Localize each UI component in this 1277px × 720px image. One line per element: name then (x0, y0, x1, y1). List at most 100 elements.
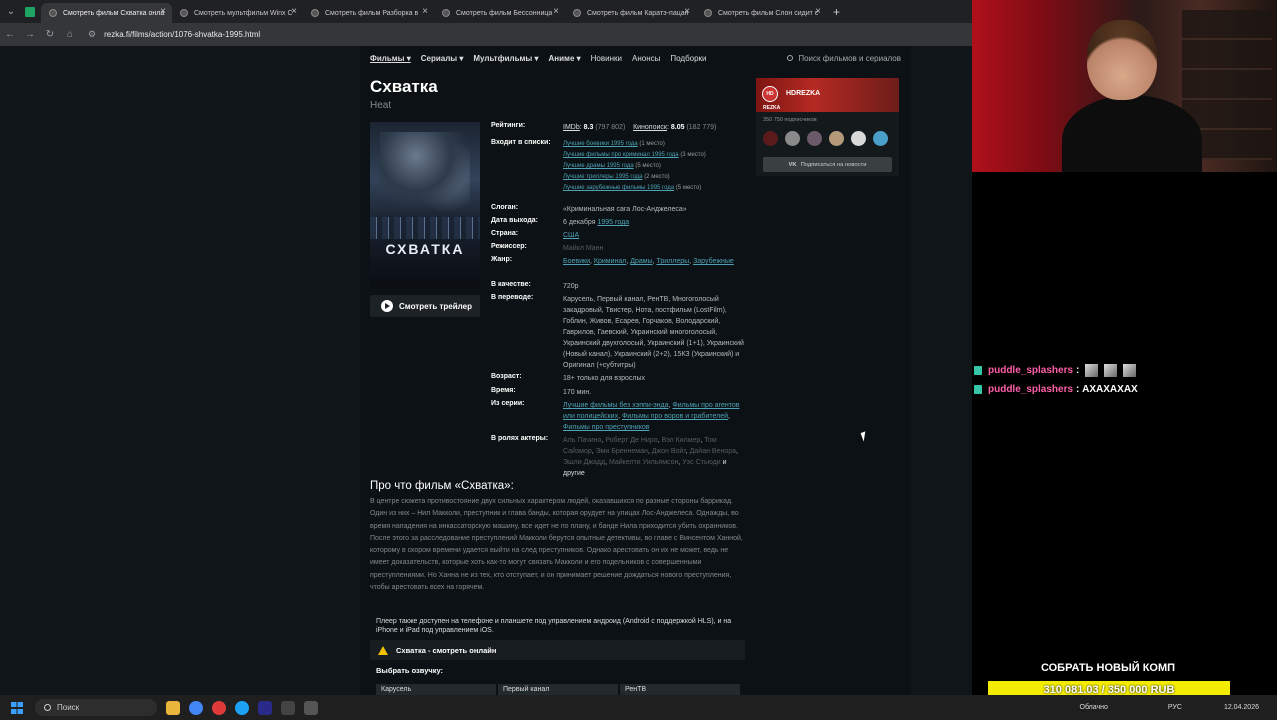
browser-tab[interactable]: Смотреть фильм Слон сидит с × (696, 3, 827, 23)
lists-label: Входит в списки: (491, 139, 551, 146)
nav-announcements[interactable]: Анонсы (632, 54, 660, 63)
actor-link[interactable]: Эми Бреннеман (596, 448, 648, 455)
actor-link[interactable]: Вэл Килмер (662, 437, 701, 444)
time-value: 170 мин. (563, 389, 592, 396)
browser-tab[interactable]: Смотреть мультфильм Winx C × (172, 3, 303, 23)
list-link[interactable]: Лучшие драмы 1995 года (563, 163, 634, 169)
collection-link[interactable]: Фильмы про преступников (563, 424, 649, 431)
list-place: (5 место) (675, 185, 702, 191)
premiere-icon[interactable] (258, 700, 272, 715)
imdb-votes: (797 802) (595, 124, 626, 131)
release-label: Дата выхода: (491, 217, 538, 224)
emote-icon (1123, 364, 1137, 377)
avatar[interactable] (763, 131, 778, 146)
close-icon[interactable]: × (815, 6, 821, 17)
subscribe-button[interactable]: VK Подписаться на новости (763, 157, 892, 172)
director-link[interactable]: Майкл Манн (563, 245, 603, 252)
close-icon[interactable]: × (291, 6, 297, 17)
dub-option[interactable]: Карусель (376, 684, 496, 695)
close-icon[interactable]: × (422, 6, 428, 17)
avatar[interactable] (785, 131, 800, 146)
browser-tab[interactable]: Смотреть фильм Бессонница × (434, 3, 565, 23)
release-year-link[interactable]: 1995 года (598, 219, 630, 226)
back-arrow-icon[interactable]: ← (0, 29, 20, 40)
close-icon[interactable]: × (553, 6, 559, 17)
weather-widget[interactable]: Облачно (1080, 704, 1108, 712)
reload-icon[interactable]: ↻ (40, 29, 60, 40)
home-icon[interactable]: ⌂ (60, 29, 80, 40)
quality-value: 720p (563, 283, 579, 290)
close-icon[interactable]: × (684, 6, 690, 17)
language-indicator[interactable]: РУС (1168, 704, 1182, 711)
list-link[interactable]: Лучшие фильмы про криминал 1995 года (563, 152, 679, 158)
top-navigation: Фильмы ▾ Сериалы ▾ Мультфильмы ▾ Аниме ▾… (370, 50, 901, 66)
avatar[interactable] (829, 131, 844, 146)
url-field[interactable]: ⚙ rezka.fi/films/action/1076-shvatka-1995… (88, 29, 260, 40)
list-place: (1 место) (639, 141, 665, 147)
list-item: Лучшие фильмы про криминал 1995 года (3 … (563, 150, 748, 161)
collection-link[interactable]: Лучшие фильмы без хэппи-энда (563, 402, 669, 409)
kinopoisk-link[interactable]: Кинопоиск (633, 124, 667, 131)
avatar[interactable] (807, 131, 822, 146)
search-input[interactable]: Поиск фильмов и сериалов (787, 54, 901, 63)
avatar[interactable] (873, 131, 888, 146)
clock-date[interactable]: 12.04.2026 (1224, 704, 1259, 711)
imdb-link[interactable]: IMDb (563, 124, 580, 131)
dub-option[interactable]: Первый канал (498, 684, 618, 695)
file-explorer-icon[interactable] (166, 700, 180, 715)
nav-cartoons[interactable]: Мультфильмы ▾ (473, 54, 538, 63)
browser-tab[interactable]: Смотреть фильм Каратэ-пацан × (565, 3, 696, 23)
dub-option[interactable]: РенТВ (620, 684, 740, 695)
nav-films[interactable]: Фильмы ▾ (370, 54, 411, 63)
dub-heading: Выбрать озвучку: (376, 666, 444, 675)
tab-label: Смотреть фильм Разборка в (325, 9, 419, 17)
player-header: Схватка - смотреть онлайн (370, 640, 745, 660)
browser-tab[interactable]: Смотреть фильм Схватка онла × (41, 3, 172, 23)
actor-link[interactable]: Аль Пачино (563, 437, 601, 444)
close-icon[interactable]: × (160, 6, 166, 17)
actor-link[interactable]: Майкелти Уильямсон (609, 459, 678, 466)
actor-link[interactable]: Джон Войт (652, 448, 686, 455)
sheets-icon[interactable] (25, 6, 35, 17)
collection-link[interactable]: Фильмы про воров и грабителей (622, 413, 728, 420)
taskbar-search[interactable]: Поиск (35, 699, 157, 716)
nav-series[interactable]: Сериалы ▾ (421, 54, 464, 63)
genre-link[interactable]: Триллеры (656, 258, 689, 265)
browser-icon[interactable] (235, 700, 249, 715)
actors-value: Аль Пачино, Роберт Де Ниро, Вэл Килмер, … (563, 437, 738, 477)
obs-icon[interactable] (281, 700, 295, 715)
actor-link[interactable]: Дайан Венора (690, 448, 736, 455)
app-icon[interactable] (212, 700, 226, 715)
nav-anime[interactable]: Аниме ▾ (549, 54, 581, 63)
actor-link[interactable]: Роберт Де Ниро (605, 437, 657, 444)
app-icon[interactable] (304, 700, 318, 715)
chrome-icon[interactable] (189, 700, 203, 715)
genre-link[interactable]: Криминал (594, 258, 626, 265)
player-title: Схватка - смотреть онлайн (396, 645, 497, 655)
avatar[interactable] (851, 131, 866, 146)
forward-arrow-icon[interactable]: → (20, 29, 40, 40)
vk-group-name[interactable]: HDREZKA (786, 90, 820, 97)
genre-link[interactable]: Драмы (630, 258, 652, 265)
browser-tab[interactable]: Смотреть фильм Разборка в × (303, 3, 434, 23)
webcam-person-head (1087, 20, 1157, 100)
emote-icon (1104, 364, 1118, 377)
country-link[interactable]: США (563, 232, 579, 239)
site-info-icon[interactable]: ⚙ (88, 29, 96, 40)
windows-start-icon[interactable] (11, 701, 23, 714)
dub-list: Карусель Первый канал РенТВ (376, 684, 742, 695)
nav-new[interactable]: Новинки (591, 54, 622, 63)
actor-link[interactable]: Уэс Стьюди (682, 459, 720, 466)
list-link[interactable]: Лучшие боевики 1995 года (563, 141, 638, 147)
search-placeholder: Поиск фильмов и сериалов (798, 53, 901, 63)
nav-collections[interactable]: Подборки (670, 54, 706, 63)
new-tab-plus-icon[interactable]: + (833, 5, 840, 19)
list-link[interactable]: Лучшие триллеры 1995 года (563, 174, 643, 180)
tab-search-chevron-icon[interactable]: ⌄ (0, 0, 22, 23)
genre-link[interactable]: Зарубежные (693, 258, 734, 265)
list-link[interactable]: Лучшие зарубежные фильмы 1995 года (563, 185, 674, 191)
genre-link[interactable]: Боевики (563, 258, 590, 265)
collection-value: Лучшие фильмы без хэппи-энда, Фильмы про… (563, 402, 740, 431)
actor-link[interactable]: Эшли Джадд (563, 459, 605, 466)
watch-trailer-button[interactable]: Смотреть трейлер (370, 295, 480, 317)
